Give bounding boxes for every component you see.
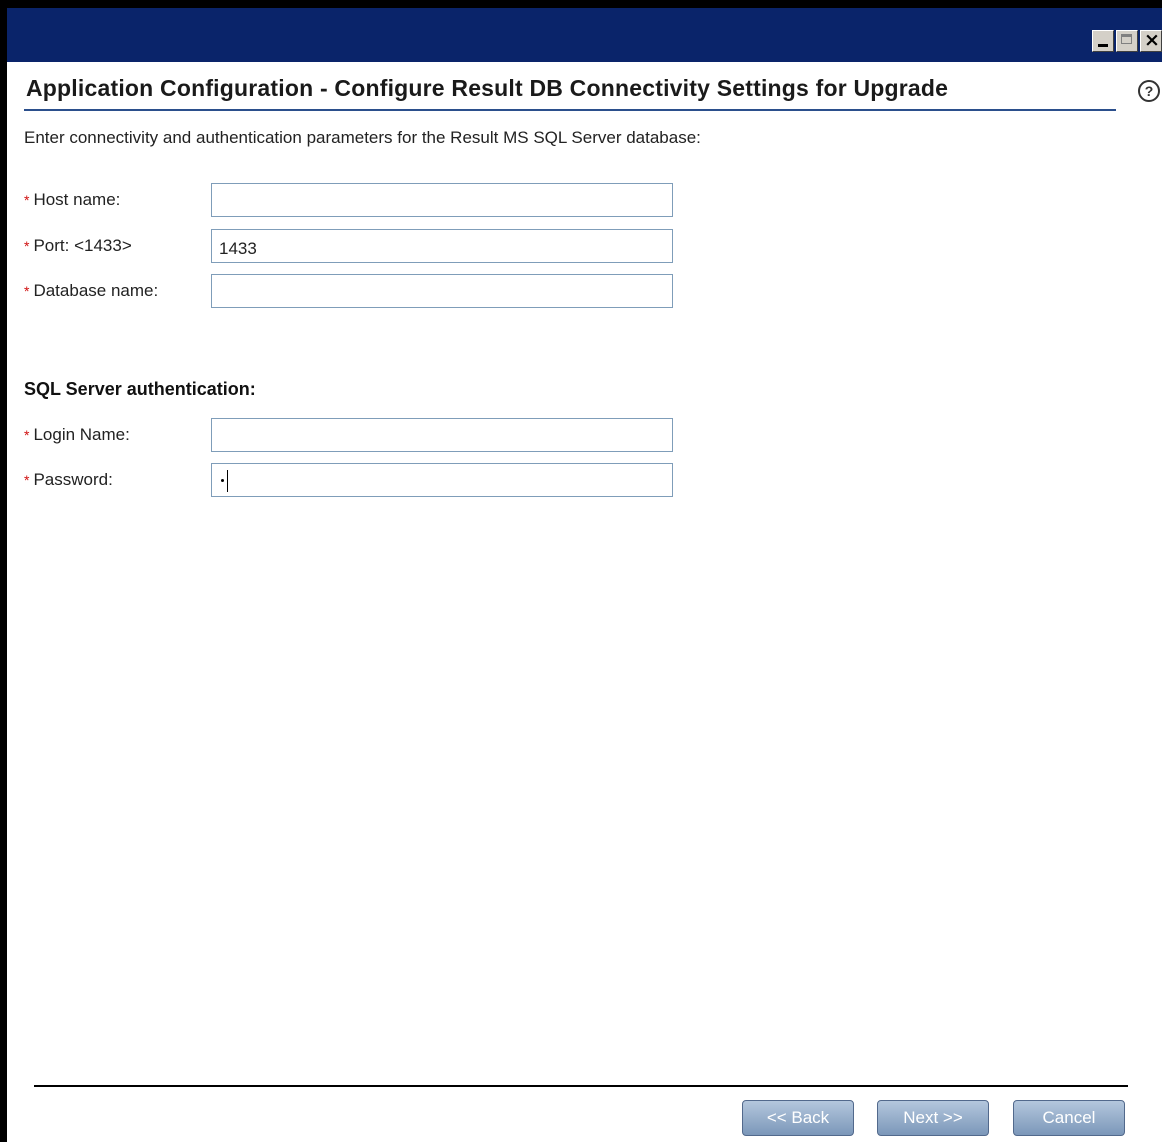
required-marker: * xyxy=(24,192,30,208)
title-divider xyxy=(24,109,1116,111)
window-titlebar[interactable]: × xyxy=(7,0,1162,62)
required-marker: * xyxy=(24,472,30,488)
host-name-label-text: Host name: xyxy=(33,190,121,209)
minimize-button[interactable] xyxy=(1092,30,1114,52)
host-name-row: * Host name: xyxy=(24,183,684,217)
close-button[interactable]: × xyxy=(1140,29,1162,52)
database-name-label: * Database name: xyxy=(24,281,158,301)
password-mask-dot xyxy=(221,479,224,482)
maximize-button[interactable] xyxy=(1116,30,1138,52)
sql-auth-heading: SQL Server authentication: xyxy=(24,379,256,399)
page-title: Application Configuration - Configure Re… xyxy=(26,75,949,101)
login-name-input[interactable] xyxy=(211,418,673,452)
database-name-input[interactable] xyxy=(211,274,673,308)
password-row: * Password: xyxy=(24,463,684,497)
text-caret xyxy=(227,470,228,492)
port-label: * Port: <1433> xyxy=(24,236,132,256)
footer-divider xyxy=(34,1085,1128,1087)
password-input[interactable] xyxy=(211,463,673,497)
help-icon[interactable]: ? xyxy=(1138,80,1160,102)
minimize-icon xyxy=(1098,44,1108,47)
port-input[interactable] xyxy=(211,229,673,263)
required-marker: * xyxy=(24,283,30,299)
database-name-row: * Database name: xyxy=(24,274,684,308)
window-frame xyxy=(0,0,7,1142)
password-label: * Password: xyxy=(24,470,113,490)
required-marker: * xyxy=(24,238,30,254)
back-button[interactable]: << Back xyxy=(742,1100,854,1136)
port-row: * Port: <1433> xyxy=(24,229,684,263)
window-controls: × xyxy=(1090,29,1162,52)
port-label-text: Port: <1433> xyxy=(33,236,132,255)
maximize-icon xyxy=(1121,34,1132,44)
required-marker: * xyxy=(24,427,30,443)
host-name-label: * Host name: xyxy=(24,190,120,210)
host-name-input[interactable] xyxy=(211,183,673,217)
password-label-text: Password: xyxy=(33,470,113,489)
login-name-label-text: Login Name: xyxy=(33,425,130,444)
next-button[interactable]: Next >> xyxy=(877,1100,989,1136)
cancel-button[interactable]: Cancel xyxy=(1013,1100,1125,1136)
login-name-label: * Login Name: xyxy=(24,425,130,445)
database-name-label-text: Database name: xyxy=(33,281,159,300)
login-name-row: * Login Name: xyxy=(24,418,684,452)
page-subtitle: Enter connectivity and authentication pa… xyxy=(24,128,701,147)
close-icon: × xyxy=(1144,29,1160,51)
